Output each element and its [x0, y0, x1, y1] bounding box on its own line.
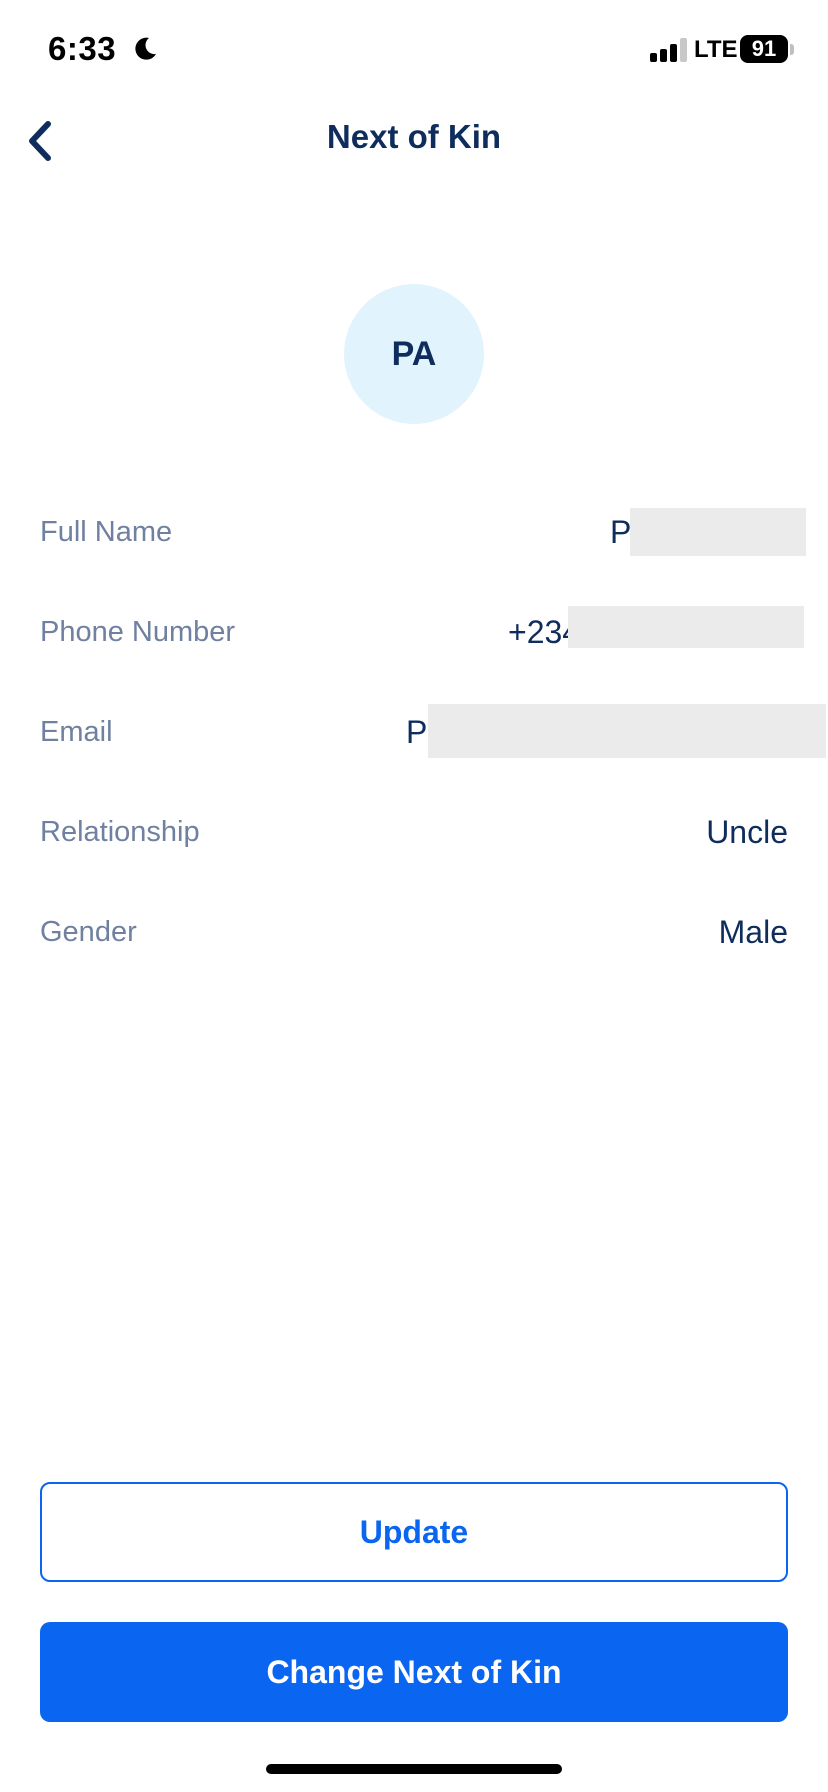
gender-value: Male: [718, 914, 788, 950]
update-button[interactable]: Update: [40, 1482, 788, 1582]
avatar: PA: [344, 284, 484, 424]
detail-row-email: Email P: [40, 702, 826, 762]
redacted-phone: [568, 606, 804, 648]
email-label: Email: [40, 716, 113, 748]
email-value-visible: P: [406, 714, 428, 750]
full-name-value: P: [610, 502, 810, 562]
cellular-signal-icon: [650, 38, 688, 62]
phone-label: Phone Number: [40, 616, 236, 648]
detail-row-full-name: Full Name P: [40, 502, 806, 562]
phone-value: +234: [508, 602, 808, 662]
home-indicator[interactable]: [266, 1764, 562, 1774]
battery-icon: 91: [740, 35, 788, 63]
redacted-full-name: [630, 508, 806, 556]
gender-label: Gender: [40, 916, 137, 948]
detail-row-phone: Phone Number +234: [40, 602, 804, 662]
relationship-label: Relationship: [40, 816, 200, 848]
avatar-initials: PA: [391, 334, 437, 373]
status-bar: 6:33 LTE 91: [0, 0, 828, 100]
battery-tip: [790, 44, 794, 55]
full-name-value-visible: P: [610, 514, 632, 550]
email-value: P: [406, 702, 826, 762]
moon-icon: [135, 37, 156, 60]
full-name-label: Full Name: [40, 516, 173, 548]
redacted-email: [428, 704, 826, 758]
relationship-value: Uncle: [706, 814, 788, 850]
detail-row-gender: Gender Male: [40, 902, 788, 962]
detail-row-relationship: Relationship Uncle: [40, 802, 788, 862]
status-time: 6:33: [48, 30, 117, 67]
network-type: LTE: [694, 36, 738, 63]
page-title: Next of Kin: [326, 118, 502, 155]
change-next-of-kin-button[interactable]: Change Next of Kin: [40, 1622, 788, 1722]
